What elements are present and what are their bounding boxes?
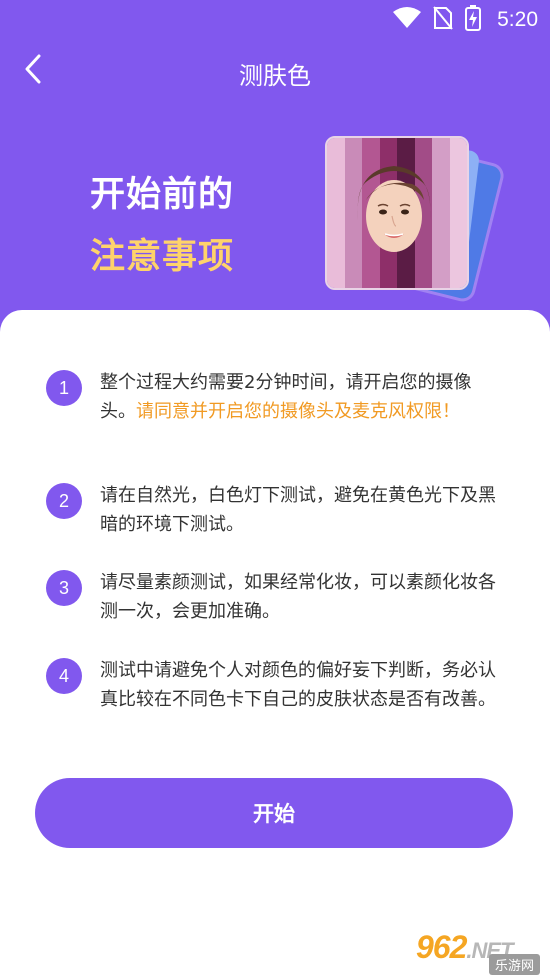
permission-warning: 请同意并开启您的摄像头及麦克风权限！ — [136, 401, 460, 422]
tip-number-badge: 2 — [46, 483, 82, 519]
tip-number-badge: 3 — [46, 570, 82, 606]
watermark-site-name: 乐游网 — [488, 954, 540, 975]
tip-text: 测试中请避免个人对颜色的偏好妄下判断，务必认真比较在不同色卡下自己的皮肤状态是否… — [100, 660, 496, 710]
color-card-illustration — [322, 134, 503, 301]
start-button[interactable]: 开始 — [35, 778, 513, 848]
color-stripe — [327, 138, 345, 288]
screen: 5:20 测肤色 开始前的 注意事项 1 整个过程大约需要2分钟时间，请开启您的… — [0, 0, 550, 979]
tip-text: 请在自然光，白色灯下测试，避免在黄色光下及黑暗的环境下测试。 — [100, 485, 496, 535]
watermark-logo: 962.NET 乐游网 — [406, 929, 542, 975]
hero-title-line2: 注意事项 — [90, 237, 235, 277]
status-time: 5:20 — [497, 8, 538, 31]
tip-number-badge: 4 — [46, 658, 82, 694]
tip-item: 2 请在自然光，白色灯下测试，避免在黄色光下及黑暗的环境下测试。 — [46, 481, 506, 541]
tip-item: 4 测试中请避免个人对颜色的偏好妄下判断，务必认真比较在不同色卡下自己的皮肤状态… — [46, 656, 506, 746]
hero-title-line1: 开始前的 — [90, 175, 235, 215]
battery-charging-icon — [465, 5, 482, 35]
tips-panel: 1 整个过程大约需要2分钟时间，请开启您的摄像头。请同意并开启您的摄像头及麦克风… — [0, 310, 550, 979]
watermark-number: 962 — [416, 929, 467, 965]
status-bar: 5:20 — [0, 0, 550, 40]
header-background: 5:20 测肤色 开始前的 注意事项 — [0, 0, 550, 340]
tip-text: 整个过程大约需要2分钟时间，请开启您的摄像头。请同意并开启您的摄像头及麦克风权限… — [100, 368, 506, 426]
tip-number-badge: 1 — [46, 370, 82, 406]
nav-bar: 测肤色 — [0, 48, 550, 94]
tip-item: 3 请尽量素颜测试，如果经常化妆，可以素颜化妆各测一次，会更加准确。 — [46, 568, 506, 628]
tip-text: 请尽量素颜测试，如果经常化妆，可以素颜化妆各测一次，会更加准确。 — [100, 572, 496, 622]
wifi-icon — [393, 7, 422, 33]
no-sim-icon — [433, 6, 453, 34]
page-title: 测肤色 — [239, 62, 311, 90]
tip-item: 1 整个过程大约需要2分钟时间，请开启您的摄像头。请同意并开启您的摄像头及麦克风… — [46, 368, 506, 458]
face-icon — [357, 166, 431, 252]
color-stripe — [449, 138, 467, 288]
